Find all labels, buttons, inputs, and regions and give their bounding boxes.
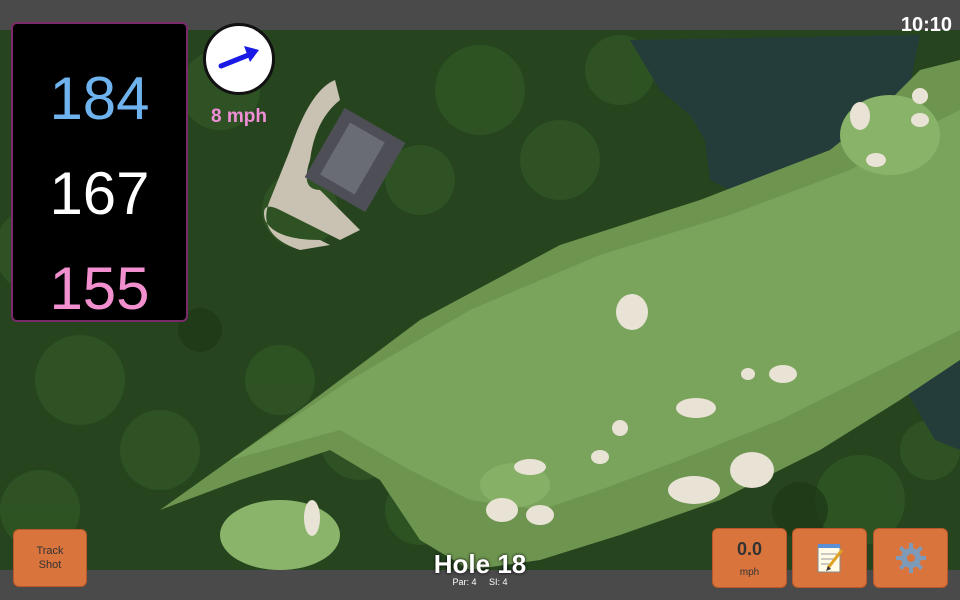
settings-button[interactable] <box>873 528 948 588</box>
wind-indicator <box>203 23 275 95</box>
track-shot-label-line1: Track <box>36 545 64 557</box>
notes-button[interactable] <box>792 528 867 588</box>
hole-title: Hole 18 <box>433 549 527 579</box>
notepad-icon <box>817 544 843 573</box>
arrow-icon <box>218 46 259 69</box>
hole-stroke-index: SI: 4 <box>489 577 508 587</box>
distance-center: 167 <box>49 160 150 227</box>
speed-unit: mph <box>739 567 760 578</box>
track-shot-button[interactable]: Track Shot <box>13 529 87 587</box>
distance-panel: 184 167 155 <box>11 22 188 322</box>
distance-back: 184 <box>49 65 150 132</box>
speed-button[interactable]: 0.0 mph <box>712 528 787 588</box>
hole-info: Par: 4 SI: 4 <box>400 577 560 587</box>
track-shot-label-line2: Shot <box>38 559 62 571</box>
wind-speed: 8 mph <box>211 106 267 127</box>
clock: 10:10 <box>900 14 952 36</box>
speed-value: 0.0 <box>736 539 763 559</box>
hole-par: Par: 4 <box>452 577 477 587</box>
distance-front: 155 <box>49 255 150 322</box>
gear-icon <box>895 543 926 573</box>
